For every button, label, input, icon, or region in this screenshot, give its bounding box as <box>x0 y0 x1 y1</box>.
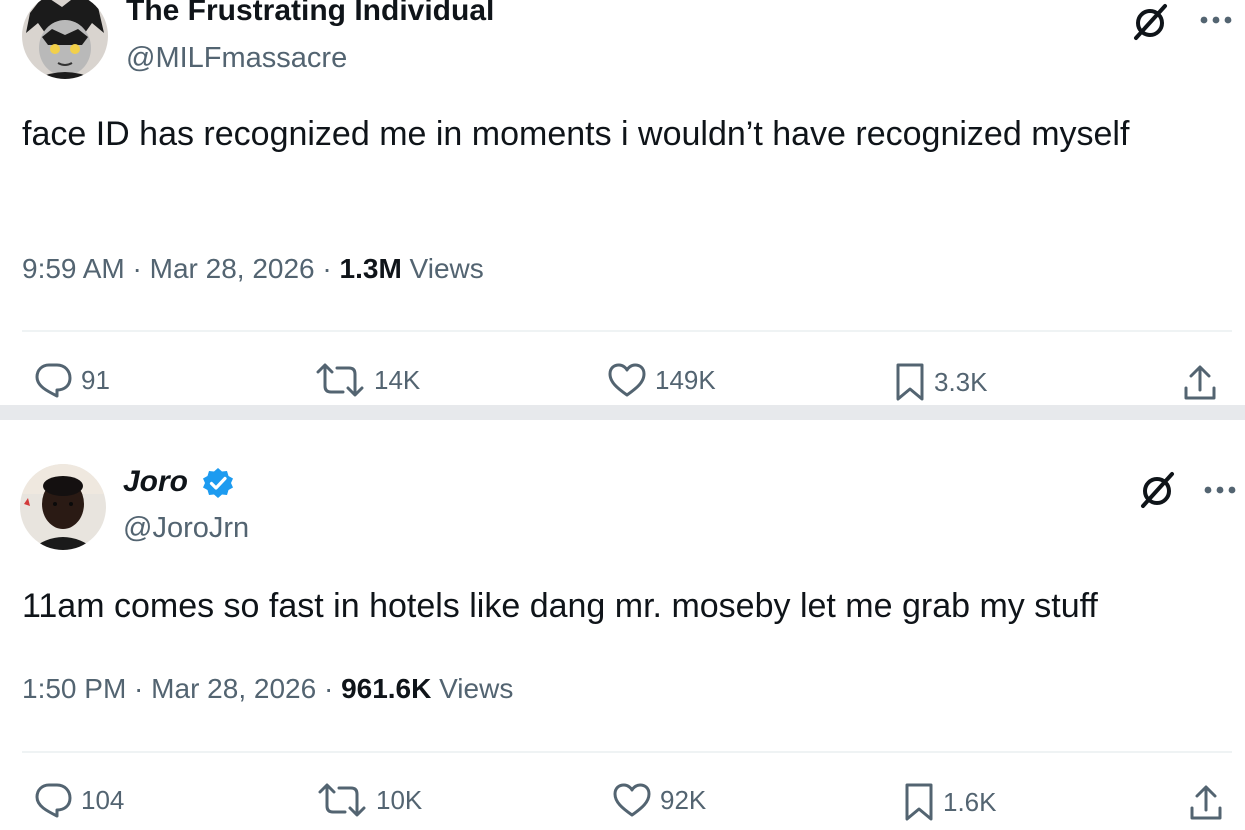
views-label: Views <box>409 253 484 284</box>
reply-icon <box>35 783 72 818</box>
like-button[interactable]: 92K <box>612 782 706 818</box>
views-label: Views <box>439 673 514 704</box>
share-icon <box>1190 785 1222 820</box>
reply-button[interactable]: 104 <box>33 782 124 818</box>
divider <box>22 751 1232 753</box>
tweet-metadata: 9:59 AM · Mar 28, 2026 · 1.3M Views <box>22 253 484 285</box>
retweet-count: 10K <box>376 784 423 815</box>
retweet-icon <box>318 783 366 817</box>
views-count: 961.6K <box>341 673 432 704</box>
retweet-icon <box>316 363 364 397</box>
like-count: 149K <box>655 364 716 395</box>
share-button[interactable] <box>1182 364 1218 407</box>
author-name[interactable]: The Frustrating Individual <box>126 0 494 28</box>
divider <box>22 330 1232 332</box>
author-name-row: Joro <box>123 465 234 499</box>
more-icon[interactable] <box>1199 12 1233 24</box>
share-icon <box>1184 365 1216 400</box>
retweet-button[interactable]: 10K <box>316 782 422 818</box>
views-count: 1.3M <box>339 253 402 284</box>
tweet-text: 11am comes so fast in hotels like dang m… <box>22 587 1098 625</box>
share-button[interactable] <box>1188 784 1224 827</box>
tweet-card[interactable]: Joro @JoroJrn 11am comes so fast in hote… <box>0 420 1245 830</box>
author-handle[interactable]: @JoroJrn <box>123 512 249 545</box>
avatar[interactable] <box>22 0 108 79</box>
reply-count: 91 <box>81 364 110 395</box>
meta-separator: · <box>126 673 152 704</box>
grok-icon[interactable] <box>1131 2 1171 42</box>
bookmark-icon <box>905 783 933 821</box>
reply-icon <box>35 363 72 398</box>
tweet-card[interactable]: The Frustrating Individual @MILFmassacre… <box>0 0 1245 405</box>
tweet-metadata: 1:50 PM · Mar 28, 2026 · 961.6K Views <box>22 673 513 705</box>
bookmark-count: 1.6K <box>943 786 997 817</box>
like-button[interactable]: 149K <box>607 362 716 398</box>
more-icon[interactable] <box>1203 482 1237 494</box>
tweet-time[interactable]: 1:50 PM <box>22 673 126 704</box>
meta-separator: · <box>124 253 150 284</box>
tweet-date[interactable]: Mar 28, 2026 <box>150 253 315 284</box>
like-icon <box>613 783 651 817</box>
like-count: 92K <box>660 784 707 815</box>
author-handle[interactable]: @MILFmassacre <box>126 42 347 75</box>
bookmark-icon <box>896 363 924 401</box>
author-name[interactable]: Joro <box>123 465 188 498</box>
bookmark-button[interactable]: 3.3K <box>894 362 988 402</box>
avatar[interactable] <box>20 464 106 550</box>
tweet-time[interactable]: 9:59 AM <box>22 253 125 284</box>
retweet-count: 14K <box>374 364 421 395</box>
reply-button[interactable]: 91 <box>33 362 110 398</box>
reply-count: 104 <box>81 784 125 815</box>
tweet-date[interactable]: Mar 28, 2026 <box>151 673 316 704</box>
bookmark-count: 3.3K <box>934 366 988 397</box>
grok-icon[interactable] <box>1138 470 1178 510</box>
tweet-text: face ID has recognized me in moments i w… <box>22 115 1130 153</box>
meta-separator: · <box>316 673 342 704</box>
bookmark-button[interactable]: 1.6K <box>903 782 997 822</box>
retweet-button[interactable]: 14K <box>314 362 420 398</box>
verified-badge-icon <box>203 468 234 499</box>
tweet-separator <box>0 405 1245 420</box>
like-icon <box>608 363 646 397</box>
meta-separator: · <box>314 253 340 284</box>
